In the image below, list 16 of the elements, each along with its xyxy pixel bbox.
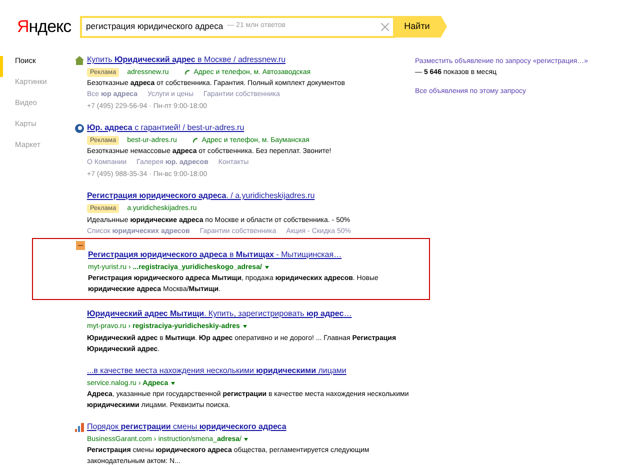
caret-icon[interactable] [264, 266, 269, 269]
result-title[interactable]: Регистрация юридического адреса. / a.yuridicheskijadres.ru [87, 190, 315, 202]
caret-icon[interactable] [242, 325, 247, 328]
search-button[interactable]: Найти [395, 16, 447, 38]
result-title[interactable]: Порядок регистрации смены юридического адреса [87, 421, 286, 433]
caret-icon[interactable] [244, 438, 248, 441]
caret-icon[interactable] [171, 382, 176, 385]
result-title[interactable]: Купить Юридический адрес в Москве / adressnew.ru [87, 54, 286, 66]
result-title[interactable]: Регистрация юридического адреса в Мытищах - Мытищинская… [88, 249, 342, 261]
phone-icon [184, 70, 190, 75]
result-title[interactable]: ...в качестве места нахождения несколькими юридическими лицами [87, 364, 346, 376]
result-title[interactable]: Юр. адреса с гарантией! / best-ur-adres.ru [87, 122, 244, 134]
search-query: регистрация юридического адреса [86, 20, 224, 33]
logo[interactable]: Яндекс [17, 16, 80, 38]
result-title[interactable]: Юридический адрес Мытищи. Купить, зарегистрировать юр адрес… [87, 308, 352, 320]
phone-icon [192, 138, 198, 143]
